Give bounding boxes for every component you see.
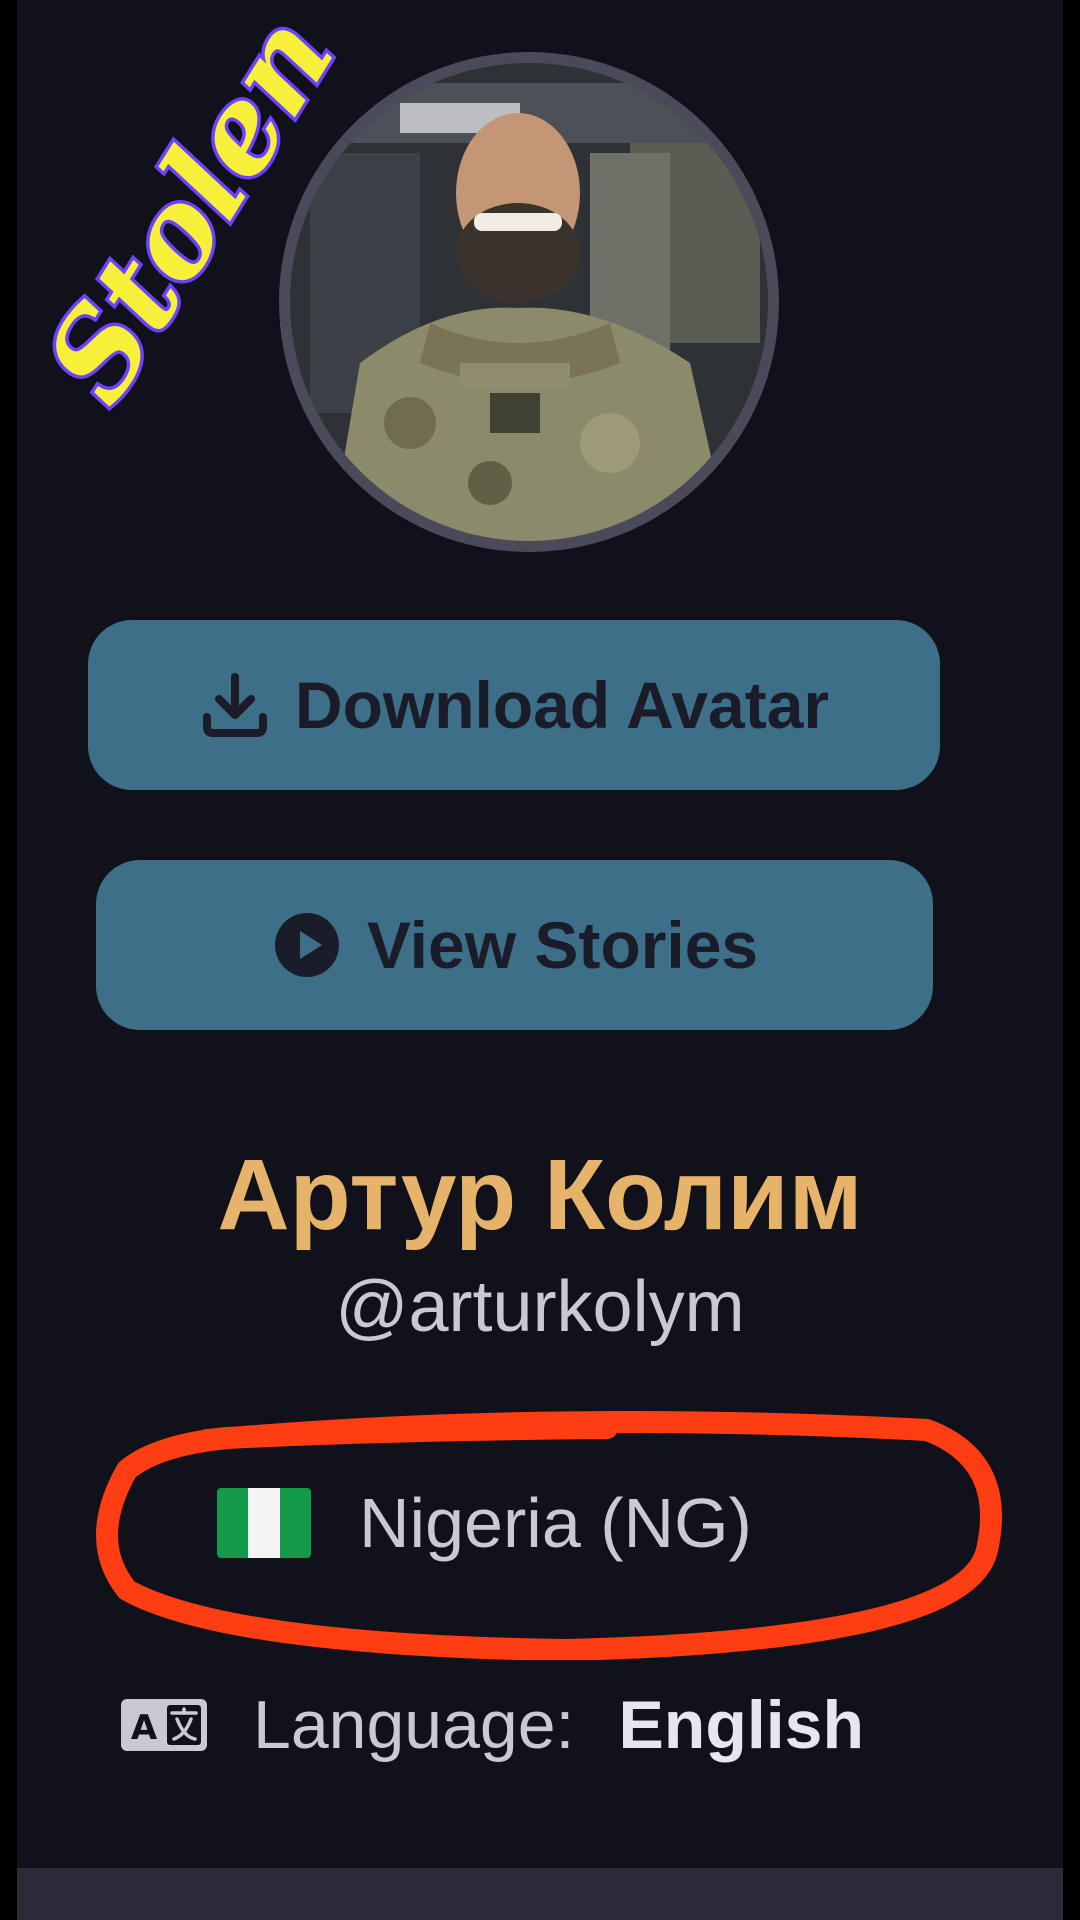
translate-icon: A [121,1699,207,1751]
stolen-watermark: Stolen [17,0,357,500]
profile-screen: Stolen Download Avatar View Stories Арту… [17,0,1063,1920]
download-avatar-button[interactable]: Download Avatar [88,620,940,790]
language-value: English [618,1687,865,1763]
country-label: Nigeria (NG) [359,1484,752,1562]
view-stories-label: View Stories [366,908,759,982]
country-row: Nigeria (NG) [217,1473,752,1573]
download-avatar-label: Download Avatar [294,668,830,742]
language-label: Language: [253,1687,575,1763]
username: @arturkolym [335,1267,745,1347]
bottom-bar [17,1868,1063,1920]
language-row: A Language: English [121,1680,864,1770]
view-stories-button[interactable]: View Stories [96,860,933,1030]
stolen-watermark-text: Stolen [18,0,357,425]
display-name: Артур Колим [217,1139,863,1251]
avatar-image [290,63,768,541]
play-circle-icon [271,909,343,981]
nigeria-flag-icon [217,1488,311,1558]
svg-text:A: A [131,1708,158,1748]
download-icon [199,669,271,741]
